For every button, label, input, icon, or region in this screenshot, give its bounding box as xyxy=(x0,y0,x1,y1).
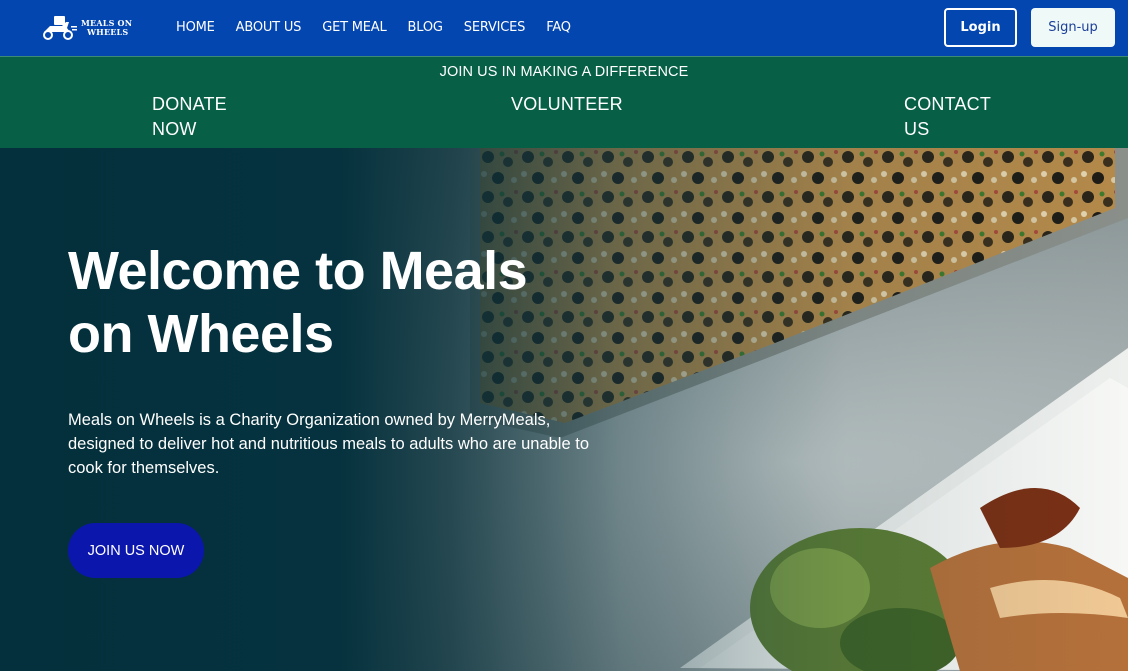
volunteer-link[interactable]: VOLUNTEER xyxy=(511,92,623,117)
banner-title: JOIN US IN MAKING A DIFFERENCE xyxy=(439,64,689,80)
brand-name: MEALS ON WHEELS xyxy=(81,19,132,37)
contact-us-link[interactable]: CONTACT US xyxy=(904,92,1004,142)
main-nav: HOME ABOUT US GET MEAL BLOG SERVICES FAQ xyxy=(176,20,592,35)
brand-name-line2: WHEELS xyxy=(87,27,129,37)
hero-description: Meals on Wheels is a Charity Organizatio… xyxy=(68,411,589,477)
nav-services[interactable]: SERVICES xyxy=(464,20,526,35)
nav-faq[interactable]: FAQ xyxy=(546,20,571,35)
login-button[interactable]: Login xyxy=(944,8,1017,47)
join-us-now-button[interactable]: JOIN US NOW xyxy=(68,523,204,578)
hero-title: Welcome to Meals on Wheels xyxy=(68,241,528,364)
nav-get-meal[interactable]: GET MEAL xyxy=(322,20,387,35)
delivery-scooter-icon xyxy=(43,16,77,40)
nav-about-us[interactable]: ABOUT US xyxy=(236,20,302,35)
hero-section: Welcome to Meals on Wheels Meals on Whee… xyxy=(0,148,1128,671)
signup-button[interactable]: Sign-up xyxy=(1031,8,1115,47)
action-banner: JOIN US IN MAKING A DIFFERENCE DONATE NO… xyxy=(0,56,1128,148)
top-navbar: MEALS ON WHEELS HOME ABOUT US GET MEAL B… xyxy=(0,0,1128,56)
donate-now-link[interactable]: DONATE NOW xyxy=(152,92,252,142)
brand-logo[interactable]: MEALS ON WHEELS xyxy=(40,14,132,42)
nav-home[interactable]: HOME xyxy=(176,20,215,35)
nav-blog[interactable]: BLOG xyxy=(408,20,443,35)
